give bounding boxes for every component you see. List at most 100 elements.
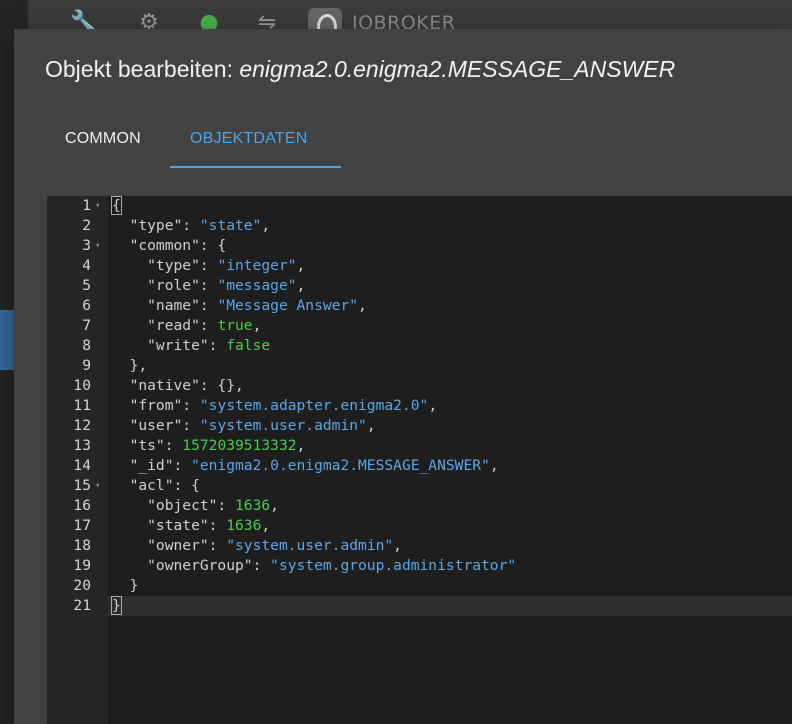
line-number: 8	[82, 337, 91, 354]
code-token: ,	[296, 277, 306, 294]
code-token: "message"	[217, 277, 297, 294]
tab-active-indicator	[170, 166, 341, 168]
code-line[interactable]: "common": {	[112, 236, 227, 256]
code-line[interactable]: {	[111, 196, 122, 216]
code-token: "enigma2.0.enigma2.MESSAGE_ANSWER"	[191, 457, 490, 474]
line-number: 12	[73, 417, 91, 434]
code-line[interactable]: },	[112, 356, 148, 376]
code-token: }	[112, 577, 139, 594]
line-number: 13	[73, 437, 91, 454]
code-token: "write":	[112, 337, 227, 354]
fold-toggle-icon[interactable]: ▾	[95, 196, 103, 216]
code-line[interactable]: "write": false	[112, 336, 270, 356]
code-token: ,	[489, 457, 499, 474]
code-token: ,	[261, 217, 271, 234]
code-line[interactable]: "user": "system.user.admin",	[112, 416, 376, 436]
code-token: ,	[358, 297, 367, 314]
code-token: ,	[270, 497, 279, 514]
code-token: true	[217, 317, 253, 334]
code-token: "type":	[112, 217, 200, 234]
dialog-title-prefix: Objekt bearbeiten:	[45, 56, 240, 82]
code-token: "acl": {	[112, 477, 200, 494]
tab-objektdaten[interactable]: OBJEKTDATEN	[190, 113, 307, 169]
code-token: "_id":	[112, 457, 192, 474]
line-number: 20	[73, 577, 91, 594]
line-number: 1	[82, 197, 91, 214]
code-token: ,	[296, 437, 306, 454]
dialog-title: Objekt bearbeiten: enigma2.0.enigma2.MES…	[45, 56, 675, 83]
code-token: "integer"	[217, 257, 297, 274]
line-number: 14	[73, 457, 91, 474]
code-line[interactable]: "_id": "enigma2.0.enigma2.MESSAGE_ANSWER…	[112, 456, 499, 476]
code-token: }	[111, 596, 122, 615]
code-token: ,	[393, 537, 402, 554]
line-number: 18	[73, 537, 91, 554]
code-line[interactable]: "state": 1636,	[112, 516, 270, 536]
editor-gutter: 1 ▾ 2 3 ▾ 4 5 6 7 8 9 10 11 12 13 14 15 ▾ 16 17 18 19 20 21	[47, 196, 108, 724]
code-token: "ownerGroup":	[112, 557, 271, 574]
code-token: "system.group.administrator"	[270, 557, 517, 574]
code-token: "system.adapter.enigma2.0"	[199, 397, 429, 414]
code-line[interactable]: "from": "system.adapter.enigma2.0",	[112, 396, 438, 416]
line-number: 11	[73, 397, 91, 414]
line-number: 4	[82, 257, 91, 274]
code-line[interactable]: "ts": 1572039513332,	[112, 436, 306, 456]
fold-toggle-icon[interactable]: ▾	[95, 476, 103, 496]
line-number: 2	[82, 217, 91, 234]
line-number: 7	[82, 317, 91, 334]
line-number: 19	[73, 557, 91, 574]
editor-code-area[interactable]: { "type": "state", "common": { "type": "…	[108, 196, 792, 724]
code-token: ,	[428, 397, 438, 414]
code-token: "from":	[112, 397, 200, 414]
code-token: false	[226, 337, 271, 354]
code-token: ,	[366, 417, 376, 434]
line-number: 5	[82, 277, 91, 294]
line-number: 17	[73, 517, 91, 534]
code-line[interactable]: "type": "integer",	[112, 256, 305, 276]
line-number: 9	[82, 357, 91, 374]
code-token: "system.user.admin"	[226, 537, 394, 554]
code-line[interactable]: "name": "Message Answer",	[112, 296, 367, 316]
code-line[interactable]: "read": true,	[112, 316, 261, 336]
code-token: "object":	[112, 497, 236, 514]
code-token: "state":	[112, 517, 227, 534]
code-line[interactable]: }	[111, 596, 122, 616]
code-token: "system.user.admin"	[199, 417, 367, 434]
code-token: "type":	[112, 257, 218, 274]
code-token: "common": {	[112, 237, 227, 254]
code-token: 1636	[235, 497, 271, 514]
code-token: ,	[252, 317, 262, 334]
code-line[interactable]: }	[112, 576, 139, 596]
code-token: 1572039513332	[182, 437, 297, 454]
code-token: "ts":	[112, 437, 183, 454]
code-token: {	[111, 196, 122, 215]
edit-object-dialog: Objekt bearbeiten: enigma2.0.enigma2.MES…	[14, 29, 792, 724]
tab-common[interactable]: COMMON	[65, 113, 141, 169]
line-number: 15	[73, 477, 91, 494]
code-line[interactable]: "type": "state",	[112, 216, 271, 236]
background-sidebar-active-item	[0, 310, 14, 370]
code-line[interactable]: "role": "message",	[112, 276, 305, 296]
line-number: 16	[73, 497, 91, 514]
code-line[interactable]: "object": 1636,	[112, 496, 279, 516]
line-number: 21	[73, 597, 91, 614]
code-line[interactable]: "ownerGroup": "system.group.administrato…	[112, 556, 516, 576]
code-token: "user":	[112, 417, 200, 434]
code-token: "name":	[112, 297, 218, 314]
code-token: 1636	[226, 517, 262, 534]
dialog-title-object-id: enigma2.0.enigma2.MESSAGE_ANSWER	[239, 56, 676, 82]
code-token: },	[112, 357, 148, 374]
code-token: ,	[296, 257, 306, 274]
code-token: "read":	[112, 317, 218, 334]
line-number: 6	[82, 297, 91, 314]
code-token: "native": {},	[112, 377, 244, 394]
code-token: "Message Answer"	[217, 297, 359, 314]
line-number: 10	[73, 377, 91, 394]
line-number: 3	[82, 237, 91, 254]
fold-toggle-icon[interactable]: ▾	[95, 236, 103, 256]
json-editor[interactable]: 1 ▾ 2 3 ▾ 4 5 6 7 8 9 10 11 12 13 14 15 ▾ 16 17 18 19 20 21 { "…	[47, 196, 792, 724]
code-line[interactable]: "native": {},	[112, 376, 244, 396]
code-line[interactable]: "owner": "system.user.admin",	[112, 536, 402, 556]
code-line[interactable]: "acl": {	[112, 476, 200, 496]
code-token: "state"	[199, 217, 262, 234]
